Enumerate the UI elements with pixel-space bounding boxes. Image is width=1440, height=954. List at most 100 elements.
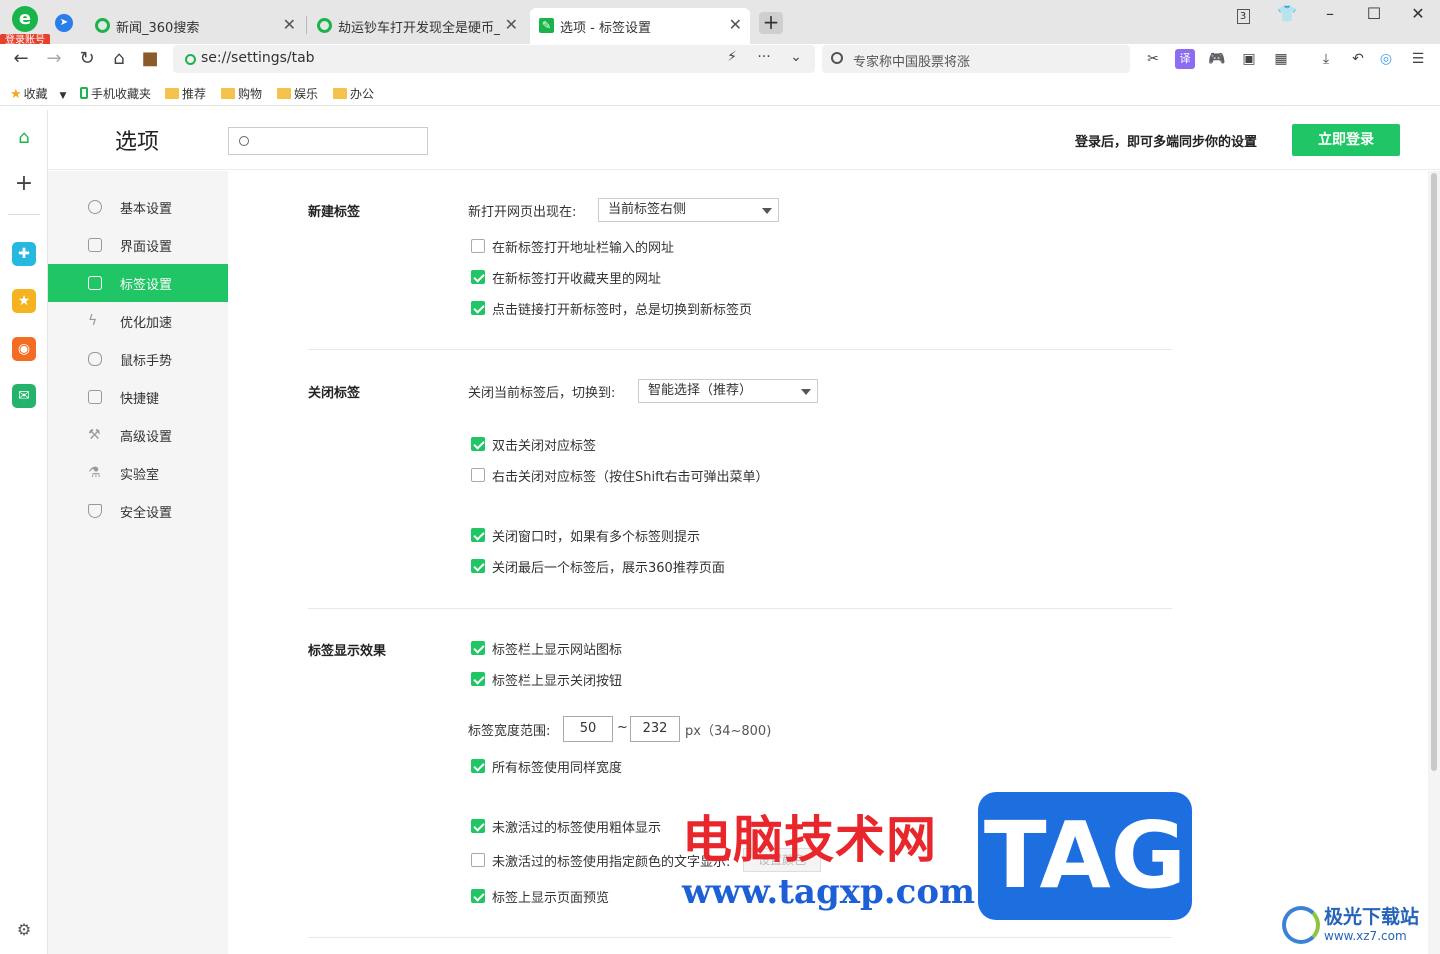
page-title: 选项 [115, 130, 160, 155]
skin-shirt-icon[interactable]: 👕 [1273, 4, 1301, 24]
checkbox[interactable] [471, 270, 485, 284]
window-count-icon[interactable]: 3 [1229, 4, 1257, 24]
checkbox[interactable] [471, 672, 485, 686]
apps-grid-icon[interactable]: ▦ [1271, 49, 1291, 69]
home-icon[interactable]: ⌂ [107, 47, 131, 71]
game-icon[interactable]: 🎮 [1207, 49, 1227, 69]
add-icon[interactable]: + [12, 172, 36, 196]
reload-icon[interactable]: ↻ [75, 47, 99, 71]
nav-label: 标签设置 [120, 278, 173, 293]
nav-item-tabs[interactable]: 标签设置 [48, 264, 228, 302]
close-tab-icon[interactable]: ✕ [505, 15, 518, 34]
back-icon[interactable]: ← [9, 47, 33, 71]
checkbox-label: 双击关闭对应标签 [492, 439, 597, 454]
window-close-icon[interactable]: ✕ [1404, 4, 1432, 24]
checkbox[interactable] [471, 819, 485, 833]
maximize-icon[interactable]: ☐ [1360, 4, 1388, 24]
bookmark-folder[interactable]: 娱乐 [277, 85, 318, 102]
bookmark-folder[interactable]: 办公 [333, 85, 374, 102]
search-box[interactable]: 专家称中国股票将涨 [822, 45, 1130, 73]
checkbox-label: 标签栏上显示网站图标 [492, 643, 623, 658]
close-tab-icon[interactable]: ✕ [283, 15, 296, 34]
pinned-tab-send-icon[interactable]: ➤ [55, 14, 73, 32]
forward-icon[interactable]: → [42, 47, 66, 71]
jiguang-swirl-icon [1282, 906, 1320, 944]
checkbox[interactable] [471, 889, 485, 903]
nav-item-shortcuts[interactable]: 快捷键 [48, 378, 228, 416]
section-title-new-tab: 新建标签 [308, 205, 361, 220]
more-dots-icon[interactable]: ··· [753, 49, 775, 69]
scissors-icon[interactable]: ✂ [1143, 49, 1163, 69]
watermark-tag-logo: TAG [978, 792, 1192, 920]
open-position-select[interactable]: 当前标签右侧 [598, 198, 779, 222]
weibo-icon[interactable]: ◉ [12, 337, 36, 361]
scrollbar-thumb[interactable] [1431, 173, 1437, 771]
bookmark-favorites[interactable]: ★ 收藏 ▼ [10, 85, 66, 102]
nav-item-basic[interactable]: 基本设置 [48, 188, 228, 226]
settings-header: 选项 登录后，即可多端同步你的设置 立即登录 [48, 110, 1440, 170]
checkbox-label: 未激活过的标签使用粗体显示 [492, 821, 662, 836]
checkbox-label: 所有标签使用同样宽度 [492, 761, 623, 776]
new-tab-button[interactable]: + [759, 12, 783, 34]
address-bar[interactable]: se://settings/tab ⚡ ··· ⌄ [173, 45, 815, 73]
download-icon[interactable]: ⤓ [1316, 49, 1336, 69]
bookmark-label: 办公 [350, 87, 375, 101]
checkbox[interactable] [471, 239, 485, 253]
tab-news[interactable]: 新闻_360搜索 ✕ [86, 8, 304, 44]
tab-width-max-input[interactable]: 232 [630, 716, 680, 742]
checkbox[interactable] [471, 528, 485, 542]
favorites-star-icon[interactable]: ★ [12, 289, 36, 313]
scrollbar[interactable] [1428, 171, 1440, 954]
reader-icon[interactable]: ▣ [1239, 49, 1259, 69]
nav-item-gesture[interactable]: 鼠标手势 [48, 340, 228, 378]
cloud-icon[interactable]: ◎ [1376, 49, 1396, 69]
bookmark-mobile[interactable]: 手机收藏夹 [80, 85, 151, 102]
checkbox[interactable] [471, 641, 485, 655]
checkbox[interactable] [471, 853, 485, 867]
bookmark-folder[interactable]: 购物 [221, 85, 262, 102]
browser-logo[interactable]: e 登录账号 [0, 4, 50, 48]
checkbox[interactable] [471, 759, 485, 773]
checkbox[interactable] [471, 559, 485, 573]
select-value: 当前标签右侧 [608, 202, 687, 217]
tab-settings[interactable]: ✎ 选项 - 标签设置 ✕ [530, 8, 750, 44]
briefcase-icon[interactable]: ■ [138, 47, 162, 71]
tab-title: 劫运钞车打开发现全是硬币_3( [338, 21, 500, 36]
login-button[interactable]: 立即登录 [1292, 124, 1400, 156]
tab-divider [306, 16, 307, 34]
close-tab-icon[interactable]: ✕ [729, 15, 742, 34]
nav-item-lab[interactable]: ⚗ 实验室 [48, 454, 228, 492]
browser-e-icon: e [12, 6, 38, 32]
mail-icon[interactable]: ✉ [12, 384, 36, 408]
search-360-icon [95, 18, 110, 33]
nav-item-interface[interactable]: 界面设置 [48, 226, 228, 264]
nav-item-speed[interactable]: ϟ 优化加速 [48, 302, 228, 340]
settings-gear-icon[interactable]: ⚙ [12, 918, 36, 942]
nav-label: 鼠标手势 [120, 354, 173, 369]
undo-icon[interactable]: ↶ [1348, 49, 1368, 69]
checkbox[interactable] [471, 437, 485, 451]
translate-icon[interactable]: 译 [1175, 49, 1195, 69]
checkbox[interactable] [471, 468, 485, 482]
home-icon[interactable]: ⌂ [12, 126, 36, 150]
settings-search-input[interactable] [228, 127, 428, 155]
switch-after-close-label: 关闭当前标签后，切换到: [468, 386, 616, 401]
chevron-down-icon[interactable]: ⌄ [785, 49, 807, 69]
menu-icon[interactable]: ☰ [1408, 49, 1428, 69]
minimize-icon[interactable]: – [1316, 4, 1344, 24]
nav-item-security[interactable]: 安全设置 [48, 492, 228, 530]
watermark-jiguang-logo: 极光下载站 www.xz7.com [1282, 902, 1432, 948]
tab-width-min-input[interactable]: 50 [563, 716, 613, 742]
address-url[interactable]: se://settings/tab [201, 50, 315, 66]
lightning-icon[interactable]: ⚡ [721, 49, 743, 69]
plus-app-icon[interactable]: ✚ [12, 242, 36, 266]
switch-after-close-select[interactable]: 智能选择（推荐） [638, 379, 818, 403]
bookmarks-bar: ★ 收藏 ▼ 手机收藏夹 推荐 购物 娱乐 办公 [0, 80, 1440, 106]
nav-item-advanced[interactable]: ⚒ 高级设置 [48, 416, 228, 454]
keyboard-icon [88, 390, 102, 404]
bookmark-folder[interactable]: 推荐 [165, 85, 206, 102]
caret-down-icon[interactable]: ▼ [60, 91, 67, 101]
tab-article[interactable]: 劫运钞车打开发现全是硬币_3( ✕ [308, 8, 526, 44]
checkbox[interactable] [471, 301, 485, 315]
checkbox-label: 关闭最后一个标签后，展示360推荐页面 [492, 561, 725, 576]
